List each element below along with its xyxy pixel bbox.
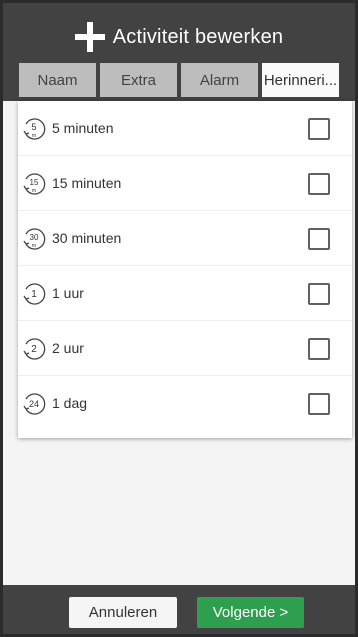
reminder-list: 5 m 5 minuten 15 m 15 minuten 30 m 30 mi… (18, 101, 352, 438)
reminder-row-5-minuten[interactable]: 5 m 5 minuten (18, 101, 352, 156)
app-frame: Activiteit bewerken Naam Extra Alarm Her… (0, 0, 358, 637)
svg-text:m: m (32, 188, 36, 194)
svg-text:m: m (32, 243, 36, 249)
svg-text:1: 1 (31, 289, 37, 300)
clock-24-icon: 24 (23, 393, 46, 415)
tab-extra[interactable]: Extra (100, 63, 177, 97)
clock-1-icon: 1 (23, 283, 46, 305)
svg-text:2: 2 (31, 344, 37, 355)
reminder-row-2-uur[interactable]: 2 2 uur (18, 321, 352, 376)
tab-herinneringen[interactable]: Herinneri... (262, 63, 339, 97)
reminder-checkbox[interactable] (308, 173, 330, 195)
reminder-row-30-minuten[interactable]: 30 m 30 minuten (18, 211, 352, 266)
app-header: Activiteit bewerken Naam Extra Alarm Her… (3, 3, 355, 101)
reminder-label: 1 uur (52, 285, 84, 301)
reminder-row-15-minuten[interactable]: 15 m 15 minuten (18, 156, 352, 211)
reminder-row-1-dag[interactable]: 24 1 dag (18, 376, 352, 431)
page-title: Activiteit bewerken (112, 25, 284, 48)
tab-naam[interactable]: Naam (19, 63, 96, 97)
reminder-checkbox[interactable] (308, 393, 330, 415)
reminder-label: 5 minuten (52, 120, 114, 136)
svg-text:30: 30 (30, 233, 39, 242)
next-button[interactable]: Volgende > (197, 597, 304, 628)
clock-15-icon: 15 m (23, 173, 46, 195)
footer-bar: Annuleren Volgende > (3, 585, 355, 634)
reminder-checkbox[interactable] (308, 228, 330, 250)
clock-30-icon: 30 m (23, 228, 46, 250)
title-row: Activiteit bewerken (3, 17, 355, 57)
svg-text:15: 15 (30, 178, 39, 187)
svg-text:24: 24 (29, 399, 39, 409)
reminder-label: 1 dag (52, 395, 88, 411)
reminder-checkbox[interactable] (308, 118, 330, 140)
reminder-label: 15 minuten (52, 175, 122, 191)
tab-bar: Naam Extra Alarm Herinneri... (19, 63, 339, 97)
plus-icon (74, 22, 105, 52)
reminder-label: 2 uur (52, 340, 84, 356)
reminder-checkbox[interactable] (308, 338, 330, 360)
cancel-button[interactable]: Annuleren (69, 597, 177, 628)
svg-text:5: 5 (31, 122, 36, 132)
tab-alarm[interactable]: Alarm (181, 63, 258, 97)
clock-5-icon: 5 m (23, 118, 46, 140)
reminder-row-1-uur[interactable]: 1 1 uur (18, 266, 352, 321)
reminder-label: 30 minuten (52, 230, 122, 246)
clock-2-icon: 2 (23, 338, 46, 360)
reminder-checkbox[interactable] (308, 283, 330, 305)
svg-text:m: m (32, 133, 36, 139)
